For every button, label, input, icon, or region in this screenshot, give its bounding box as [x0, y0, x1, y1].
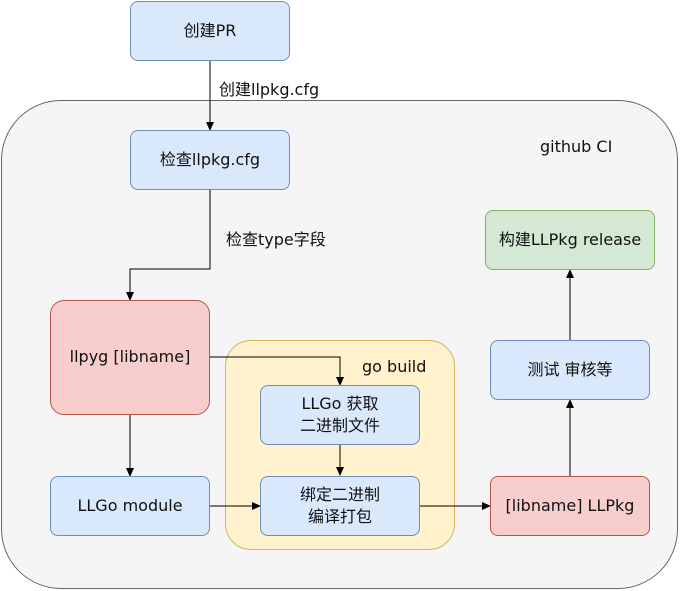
node-build-release-label: 构建LLPkg release — [498, 229, 642, 249]
node-build-release: 构建LLPkg release — [485, 210, 655, 270]
node-llgo-module-label: LLGo module — [77, 495, 183, 515]
node-create-pr: 创建PR — [130, 1, 290, 61]
node-bind-compile: 绑定二进制 编译打包 — [260, 476, 420, 536]
node-llpkg: [libname] LLPkg — [490, 476, 650, 536]
node-test-review: 测试 审核等 — [490, 340, 650, 400]
node-llpyg: llpyg [libname] — [50, 300, 210, 415]
edge-label-check-type: 检查type字段 — [226, 230, 326, 249]
edge-label-create-cfg: 创建llpkg.cfg — [219, 76, 320, 100]
node-check-cfg: 检查llpkg.cfg — [130, 130, 290, 190]
node-check-cfg-label: 检查llpkg.cfg — [159, 149, 261, 169]
node-create-pr-label: 创建PR — [183, 20, 237, 40]
node-llgo-module: LLGo module — [50, 476, 210, 536]
node-bind-compile-label: 绑定二进制 编译打包 — [299, 484, 380, 526]
edge-check-to-llpyg — [126, 190, 211, 301]
node-llpyg-label: llpyg [libname] — [69, 347, 191, 367]
node-llgo-fetch: LLGo 获取 二进制文件 — [260, 385, 420, 445]
edge-llpyg-to-fetch — [210, 356, 344, 386]
node-test-review-label: 测试 审核等 — [527, 359, 613, 379]
node-llgo-fetch-label: LLGo 获取 二进制文件 — [299, 393, 380, 435]
node-llpkg-label: [libname] LLPkg — [505, 495, 635, 515]
